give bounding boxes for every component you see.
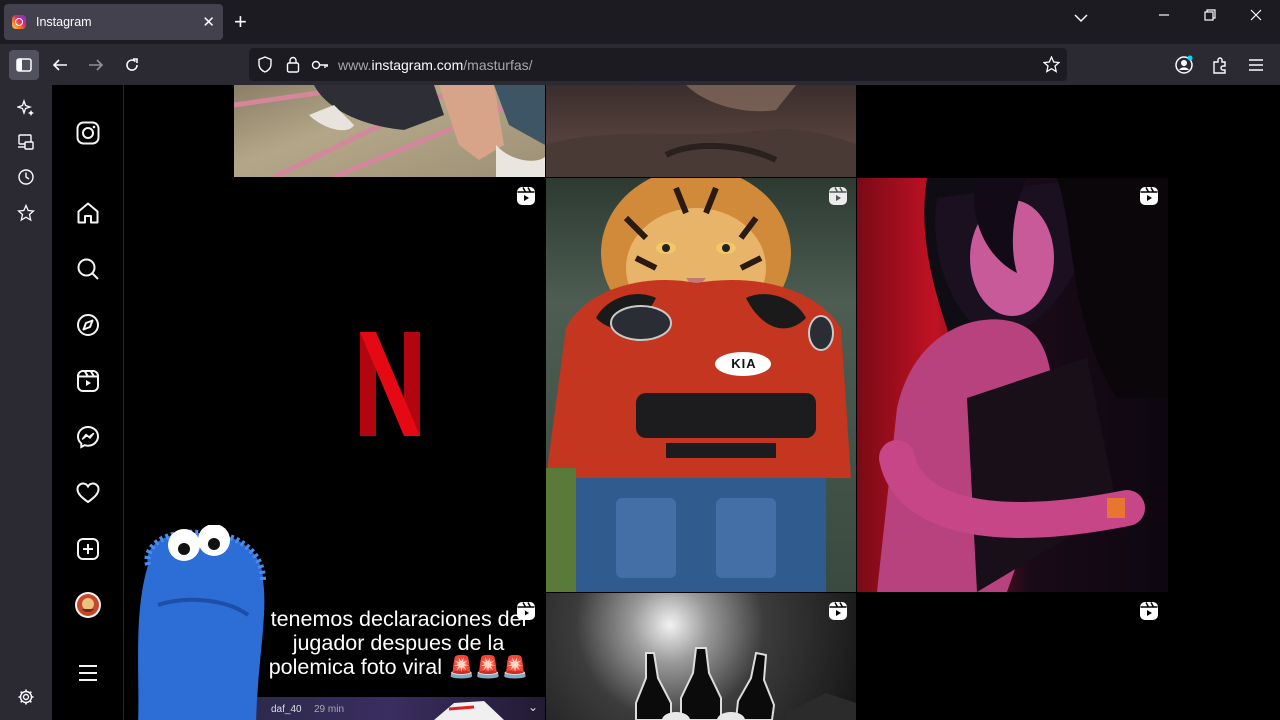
reel-indicator-icon <box>829 187 847 205</box>
url-text[interactable]: www.instagram.com/masturfas/ <box>338 57 533 73</box>
new-tab-button[interactable]: + <box>234 9 247 35</box>
close-window-button[interactable] <box>1250 8 1262 26</box>
post-netflix-reel[interactable] <box>234 178 545 592</box>
back-icon[interactable] <box>45 50 75 80</box>
url-prefix: www. <box>338 57 372 73</box>
settings-gear-icon[interactable] <box>14 685 38 709</box>
reel-caption-text: tenemos declaraciones del jugador despue… <box>268 607 529 679</box>
reel-indicator-icon <box>1140 602 1158 620</box>
url-bar[interactable]: www.instagram.com/masturfas/ <box>249 48 1067 81</box>
notifications-heart-icon[interactable] <box>74 479 102 507</box>
post-thumbnail[interactable] <box>234 85 545 177</box>
home-icon[interactable] <box>74 199 102 227</box>
url-host: instagram.com <box>371 57 464 73</box>
shield-icon[interactable] <box>257 56 273 78</box>
chevron-down-icon: ⌄ <box>528 700 539 714</box>
reel-indicator-icon <box>829 602 847 620</box>
lock-icon[interactable] <box>286 56 300 78</box>
tab-bar: Instagram ✕ + <box>0 0 1280 44</box>
minimize-button[interactable] <box>1158 8 1170 26</box>
instagram-nav <box>52 85 124 720</box>
profile-avatar[interactable] <box>74 591 102 619</box>
browser-sidebar <box>0 85 52 720</box>
messenger-icon[interactable] <box>74 423 102 451</box>
more-menu-icon[interactable] <box>74 659 102 687</box>
explore-compass-icon[interactable] <box>74 311 102 339</box>
embedded-post-bar: daf_40 29 min ⌄ <box>234 697 545 720</box>
profile-post-grid: KIA daf_40 29 min ⌄ tenemos declaracione… <box>124 85 1280 720</box>
ai-chatbot-icon[interactable] <box>14 96 38 120</box>
bookmarks-icon[interactable] <box>14 201 38 225</box>
history-icon[interactable] <box>14 165 38 189</box>
embedded-username: daf_40 <box>271 704 302 715</box>
search-icon[interactable] <box>74 255 102 283</box>
account-icon[interactable] <box>1169 50 1199 80</box>
car-badge: KIA <box>731 356 757 371</box>
create-post-icon[interactable] <box>74 535 102 563</box>
nav-toolbar: www.instagram.com/masturfas/ <box>0 44 1280 85</box>
forward-icon[interactable] <box>81 50 111 80</box>
post-bottles-reel[interactable] <box>546 593 856 720</box>
restore-button[interactable] <box>1204 8 1216 26</box>
reels-icon[interactable] <box>74 367 102 395</box>
sidebar-toggle-icon[interactable] <box>9 50 39 80</box>
tab-title: Instagram <box>36 15 92 29</box>
menu-icon[interactable] <box>1241 50 1271 80</box>
reel-indicator-icon <box>1140 187 1158 205</box>
embedded-time: 29 min <box>314 704 345 715</box>
list-all-tabs-icon[interactable] <box>1074 10 1088 28</box>
url-path: /masturfas/ <box>463 57 533 73</box>
synced-tabs-icon[interactable] <box>14 130 38 154</box>
instagram-favicon-icon <box>12 15 26 29</box>
instagram-logo-icon[interactable] <box>74 119 102 147</box>
key-icon[interactable] <box>311 58 329 76</box>
tab-instagram[interactable]: Instagram ✕ <box>4 4 223 40</box>
reel-indicator-icon <box>517 187 535 205</box>
reload-icon[interactable] <box>117 50 147 80</box>
close-tab-icon[interactable]: ✕ <box>202 13 215 31</box>
post-dark-reel[interactable] <box>857 593 1168 720</box>
cookie-monster-sticker <box>138 525 266 720</box>
post-tiger-kia-reel[interactable]: KIA <box>546 178 856 592</box>
post-portrait-reel[interactable] <box>857 178 1168 592</box>
bookmark-star-icon[interactable] <box>1042 55 1061 78</box>
post-thumbnail[interactable] <box>546 85 856 177</box>
extensions-icon[interactable] <box>1205 50 1235 80</box>
